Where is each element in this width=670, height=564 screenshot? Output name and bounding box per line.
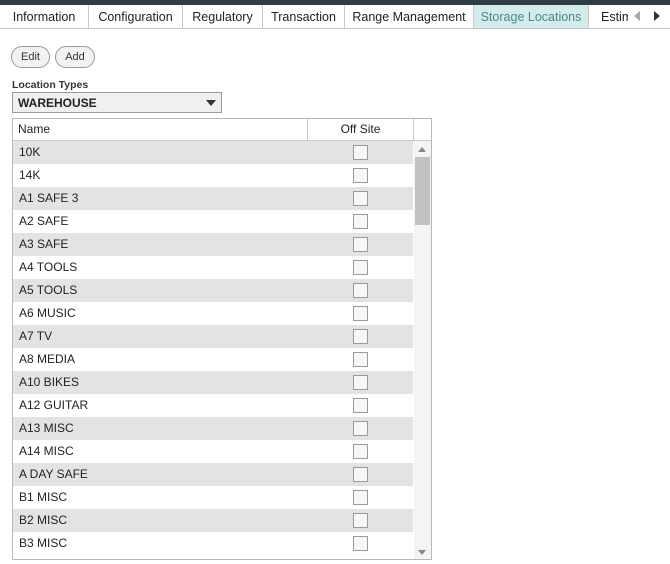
table-row[interactable]: A2 SAFE	[13, 210, 413, 233]
scrollbar-thumb[interactable]	[415, 157, 430, 225]
location-name-cell: A14 MISC	[19, 444, 74, 458]
tab-scroll-left-icon[interactable]	[634, 11, 640, 21]
table-row[interactable]: A DAY SAFE	[13, 463, 413, 486]
tab-configuration[interactable]: Configuration	[89, 5, 183, 28]
table-row[interactable]: A12 GUITAR	[13, 394, 413, 417]
off-site-checkbox[interactable]	[353, 306, 368, 321]
off-site-checkbox[interactable]	[353, 329, 368, 344]
off-site-checkbox[interactable]	[353, 513, 368, 528]
off-site-checkbox[interactable]	[353, 398, 368, 413]
table-row[interactable]: A8 MEDIA	[13, 348, 413, 371]
off-site-checkbox[interactable]	[353, 467, 368, 482]
grid-header: Name Off Site	[13, 119, 431, 141]
table-row[interactable]: A4 TOOLS	[13, 256, 413, 279]
tab-range-management[interactable]: Range Management	[345, 5, 474, 28]
location-name-cell: A12 GUITAR	[19, 398, 89, 412]
table-row[interactable]: A7 TV	[13, 325, 413, 348]
tab-bar: Information Configuration Regulatory Tra…	[0, 5, 670, 29]
location-name-cell: A2 SAFE	[19, 214, 69, 228]
location-name-cell: B3 MISC	[19, 536, 68, 550]
table-row[interactable]: A3 SAFE	[13, 233, 413, 256]
location-name-cell: A1 SAFE 3	[19, 191, 79, 205]
location-types-select[interactable]: WAREHOUSE	[12, 92, 222, 113]
add-button[interactable]: Add	[55, 46, 95, 68]
edit-button[interactable]: Edit	[11, 46, 50, 68]
location-name-cell: A5 TOOLS	[19, 283, 78, 297]
off-site-checkbox[interactable]	[353, 536, 368, 551]
off-site-checkbox[interactable]	[353, 168, 368, 183]
table-row[interactable]: A10 BIKES	[13, 371, 413, 394]
location-name-cell: B1 MISC	[19, 490, 68, 504]
off-site-checkbox[interactable]	[353, 490, 368, 505]
storage-locations-grid: Name Off Site 10K 14K A1 SAFE 3 A2 SAFE A3 S…	[12, 118, 432, 560]
grid-scrollbar[interactable]	[414, 141, 431, 559]
tab-information[interactable]: Information	[0, 5, 89, 28]
tab-storage-locations[interactable]: Storage Locations	[474, 5, 589, 28]
location-name-cell: A13 MISC	[19, 421, 74, 435]
table-row[interactable]: A5 TOOLS	[13, 279, 413, 302]
off-site-checkbox[interactable]	[353, 352, 368, 367]
grid-rows: 10K 14K A1 SAFE 3 A2 SAFE A3 SAFE A4 TOOLS A5 …	[13, 141, 413, 559]
location-name-cell: A DAY SAFE	[19, 467, 88, 481]
location-name-cell: A8 MEDIA	[19, 352, 76, 366]
column-header-off-site[interactable]: Off Site	[308, 119, 414, 140]
tab-regulatory[interactable]: Regulatory	[183, 5, 263, 28]
scroll-down-icon[interactable]	[418, 550, 426, 555]
location-name-cell: 10K	[19, 145, 41, 159]
location-name-cell: B2 MISC	[19, 513, 68, 527]
table-row[interactable]: B3 MISC	[13, 532, 413, 555]
location-types-selected-value: WAREHOUSE	[18, 96, 97, 110]
table-row[interactable]: 10K	[13, 141, 413, 164]
location-name-cell: A3 SAFE	[19, 237, 69, 251]
table-row[interactable]: B2 MISC	[13, 509, 413, 532]
table-row[interactable]: A14 MISC	[13, 440, 413, 463]
table-row[interactable]: A6 MUSIC	[13, 302, 413, 325]
off-site-checkbox[interactable]	[353, 260, 368, 275]
off-site-checkbox[interactable]	[353, 444, 368, 459]
location-name-cell: A7 TV	[19, 329, 53, 343]
column-header-name[interactable]: Name	[13, 119, 308, 140]
off-site-checkbox[interactable]	[353, 145, 368, 160]
location-name-cell: A6 MUSIC	[19, 306, 76, 320]
off-site-checkbox[interactable]	[353, 421, 368, 436]
tab-transaction[interactable]: Transaction	[263, 5, 345, 28]
table-row[interactable]: 14K	[13, 164, 413, 187]
table-row[interactable]: A1 SAFE 3	[13, 187, 413, 210]
tab-scroll-controls	[628, 5, 670, 28]
off-site-checkbox[interactable]	[353, 283, 368, 298]
location-name-cell: 14K	[19, 168, 41, 182]
scroll-up-icon[interactable]	[418, 147, 426, 152]
tab-scroll-right-icon[interactable]	[654, 11, 660, 21]
off-site-checkbox[interactable]	[353, 214, 368, 229]
chevron-down-icon	[206, 100, 216, 106]
off-site-checkbox[interactable]	[353, 375, 368, 390]
table-row[interactable]: B1 MISC	[13, 486, 413, 509]
off-site-checkbox[interactable]	[353, 191, 368, 206]
off-site-checkbox[interactable]	[353, 237, 368, 252]
location-types-label: Location Types	[12, 79, 89, 91]
table-row[interactable]: A13 MISC	[13, 417, 413, 440]
location-name-cell: A4 TOOLS	[19, 260, 78, 274]
location-name-cell: A10 BIKES	[19, 375, 80, 389]
